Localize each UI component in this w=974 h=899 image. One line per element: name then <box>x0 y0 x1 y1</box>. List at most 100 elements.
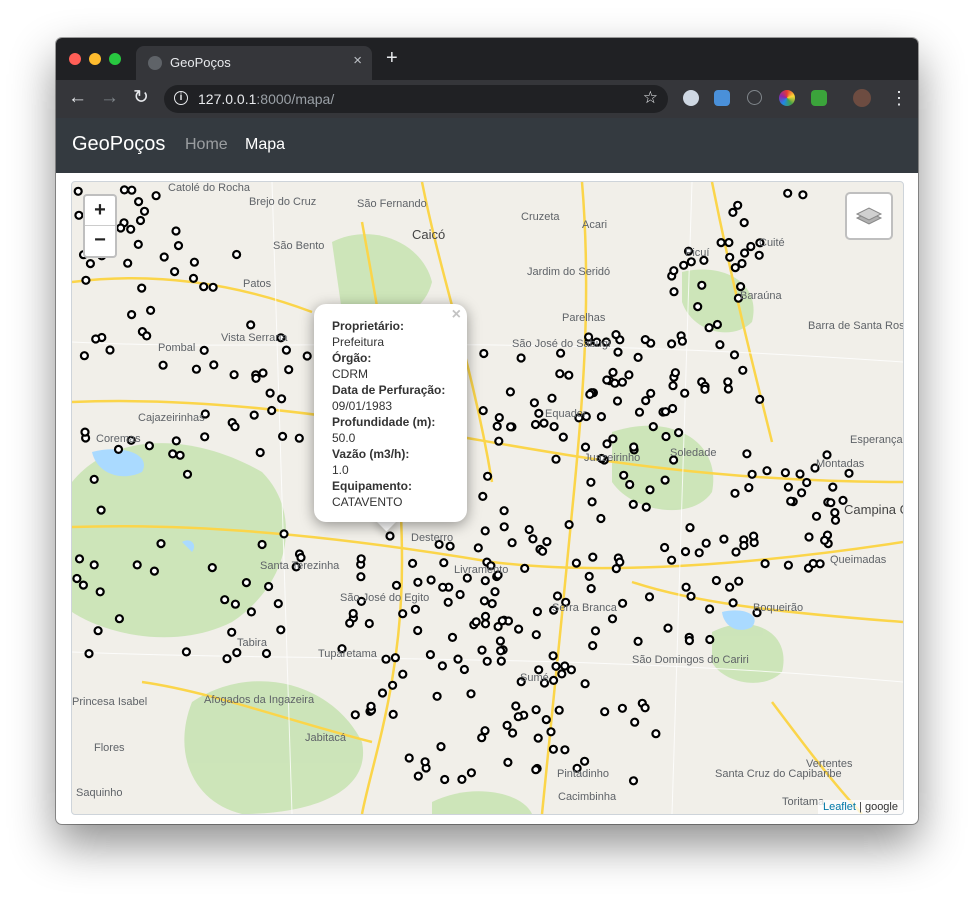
well-marker[interactable] <box>209 360 219 370</box>
well-marker[interactable] <box>478 406 488 416</box>
well-marker[interactable] <box>227 627 237 637</box>
zoom-in-button[interactable]: + <box>85 196 115 226</box>
well-marker[interactable] <box>844 468 854 478</box>
well-marker[interactable] <box>670 368 681 378</box>
well-marker[interactable] <box>602 439 612 449</box>
well-marker[interactable] <box>459 664 469 675</box>
well-marker[interactable] <box>466 768 476 778</box>
well-marker[interactable] <box>587 497 597 507</box>
well-marker[interactable] <box>607 614 618 624</box>
well-marker[interactable] <box>413 771 423 781</box>
well-marker[interactable] <box>628 499 638 509</box>
well-marker[interactable] <box>496 656 506 666</box>
well-marker[interactable] <box>123 258 133 268</box>
well-marker[interactable] <box>142 331 152 341</box>
well-marker[interactable] <box>447 632 458 642</box>
well-marker[interactable] <box>586 584 596 594</box>
color-picker-icon[interactable] <box>779 90 795 106</box>
well-marker[interactable] <box>191 364 202 374</box>
well-marker[interactable] <box>477 645 487 655</box>
address-bar[interactable]: i 127.0.0.1:8000/mapa/ ☆ <box>164 85 668 113</box>
well-marker[interactable] <box>677 336 688 346</box>
well-marker[interactable] <box>364 618 374 629</box>
well-marker[interactable] <box>246 607 256 617</box>
extension-icon[interactable] <box>683 90 699 106</box>
close-window-button[interactable] <box>69 53 81 65</box>
well-marker[interactable] <box>531 630 541 640</box>
well-marker[interactable] <box>73 186 83 196</box>
well-marker[interactable] <box>436 741 446 752</box>
well-marker[interactable] <box>487 599 497 609</box>
well-marker[interactable] <box>182 469 193 479</box>
well-marker[interactable] <box>534 408 544 418</box>
well-marker[interactable] <box>80 427 90 437</box>
well-marker[interactable] <box>85 258 95 269</box>
well-marker[interactable] <box>560 661 570 671</box>
well-marker[interactable] <box>705 634 715 645</box>
well-marker[interactable] <box>404 753 414 763</box>
well-marker[interactable] <box>388 680 398 690</box>
well-marker[interactable] <box>624 370 634 380</box>
well-marker[interactable] <box>181 647 192 657</box>
well-marker[interactable] <box>126 224 136 234</box>
well-marker[interactable] <box>278 431 288 441</box>
well-marker[interactable] <box>377 688 388 698</box>
well-marker[interactable] <box>74 210 84 220</box>
well-marker[interactable] <box>619 470 629 480</box>
well-marker[interactable] <box>413 625 423 636</box>
well-marker[interactable] <box>79 351 89 361</box>
well-marker[interactable] <box>132 560 142 570</box>
well-marker[interactable] <box>716 237 726 248</box>
well-marker[interactable] <box>548 744 558 754</box>
well-marker[interactable] <box>432 691 442 701</box>
well-marker[interactable] <box>200 432 210 442</box>
well-marker[interactable] <box>556 348 566 358</box>
well-marker[interactable] <box>617 377 628 387</box>
well-marker[interactable] <box>482 656 492 666</box>
well-marker[interactable] <box>473 543 483 553</box>
browser-tab[interactable]: GeoPoços × <box>136 46 372 80</box>
well-marker[interactable] <box>251 373 261 383</box>
well-marker[interactable] <box>139 206 150 216</box>
well-marker[interactable] <box>78 580 88 590</box>
well-marker[interactable] <box>524 524 534 535</box>
well-marker[interactable] <box>669 287 679 297</box>
well-marker[interactable] <box>277 394 287 404</box>
well-marker[interactable] <box>685 523 695 533</box>
well-marker[interactable] <box>261 648 272 659</box>
well-marker[interactable] <box>514 624 524 634</box>
well-marker[interactable] <box>666 555 677 565</box>
well-marker[interactable] <box>795 469 805 479</box>
well-marker[interactable] <box>479 348 489 359</box>
well-marker[interactable] <box>398 669 408 679</box>
well-marker[interactable] <box>734 576 744 586</box>
info-icon[interactable]: i <box>174 91 188 105</box>
well-marker[interactable] <box>660 407 671 417</box>
well-marker[interactable] <box>633 352 643 362</box>
well-marker[interactable] <box>356 572 366 582</box>
well-marker[interactable] <box>640 703 650 713</box>
well-marker[interactable] <box>663 623 673 633</box>
well-marker[interactable] <box>93 626 103 636</box>
well-marker[interactable] <box>580 442 591 452</box>
well-marker[interactable] <box>586 477 596 487</box>
well-marker[interactable] <box>390 653 400 663</box>
well-marker[interactable] <box>667 403 678 414</box>
well-marker[interactable] <box>640 335 650 345</box>
well-marker[interactable] <box>600 707 610 717</box>
well-marker[interactable] <box>571 558 581 568</box>
well-marker[interactable] <box>747 469 757 479</box>
well-marker[interactable] <box>693 301 703 312</box>
well-marker[interactable] <box>492 421 502 431</box>
well-marker[interactable] <box>786 496 796 506</box>
well-marker[interactable] <box>222 654 232 664</box>
well-marker[interactable] <box>119 185 130 195</box>
well-marker[interactable] <box>584 571 594 581</box>
well-marker[interactable] <box>440 774 450 785</box>
well-marker[interactable] <box>728 207 738 217</box>
well-marker[interactable] <box>175 450 185 460</box>
well-marker[interactable] <box>391 580 402 590</box>
well-marker[interactable] <box>730 262 740 273</box>
well-marker[interactable] <box>588 641 598 651</box>
well-marker[interactable] <box>480 576 490 586</box>
